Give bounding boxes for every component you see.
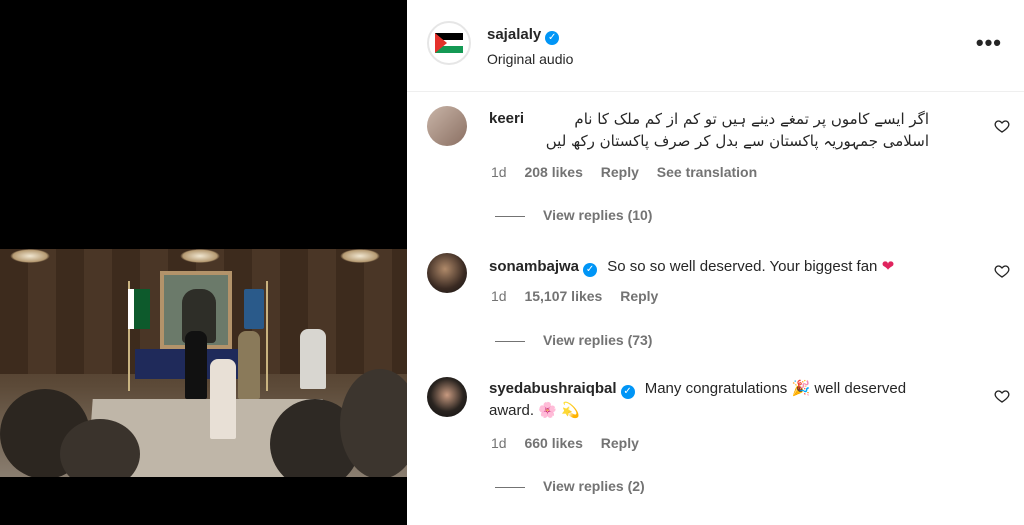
author-username[interactable]: sajalaly ✓ [487,26,560,45]
chandelier [340,249,380,263]
divider [495,486,525,488]
palestine-flag-icon [435,33,463,53]
view-replies-label[interactable]: View replies (73) [543,332,652,348]
comments-panel: sajalaly ✓ Original audio ••• keeri اگر ا… [407,0,1024,525]
commenter-username-text[interactable]: sonambajwa [489,258,579,275]
author-avatar[interactable] [427,21,471,65]
flag-pole [266,281,268,391]
verified-badge-icon: ✓ [545,31,560,45]
flower-sparkle-emoji-icon: 🌸 💫 [538,402,580,419]
commenter-avatar[interactable] [427,106,467,146]
commenter-username[interactable]: sonambajwa ✓ [489,258,598,277]
see-translation-link[interactable]: See translation [657,164,757,180]
person [238,331,260,399]
like-heart-icon[interactable] [994,118,1010,134]
like-count[interactable]: 208 likes [524,164,582,180]
video-player[interactable] [0,0,407,525]
comment-meta: 1d 660 likes Reply [491,435,653,451]
comment-text: اگر ایسے کاموں پر تمغے دینے ہیں تو کم از… [574,110,929,128]
commenter-username[interactable]: keeri [489,108,524,130]
comment-text: So so so well deserved. Your biggest fan [607,258,878,275]
view-replies-label[interactable]: View replies (10) [543,207,652,223]
comment-meta: 1d 15,107 likes Reply [491,288,672,304]
person [185,331,207,399]
reply-button[interactable]: Reply [601,435,639,451]
comment-body: sonambajwa ✓ So so so well deserved. Your… [489,256,969,278]
video-frame [0,249,407,477]
like-count[interactable]: 15,107 likes [524,288,602,304]
divider [495,340,525,342]
verified-badge-icon: ✓ [620,385,635,399]
view-replies-button[interactable]: View replies (2) [495,478,645,494]
commenter-username-text[interactable]: syedabushraiqbal [489,380,617,397]
like-count[interactable]: 660 likes [524,435,582,451]
emblem-flag [244,289,264,329]
person [210,359,236,439]
view-replies-button[interactable]: View replies (73) [495,332,652,348]
party-popper-emoji-icon: 🎉 [791,380,811,397]
audience [340,369,407,477]
comment-text: Many congratulations [644,380,788,397]
comment-meta: 1d 208 likes Reply See translation [491,164,771,180]
post-header: sajalaly ✓ Original audio ••• [407,0,1024,92]
chandelier [10,249,50,263]
comment-text: award. [489,402,535,419]
heart-emoji-icon: ❤ [881,258,895,275]
pakistan-flag [128,289,150,329]
author-username-text[interactable]: sajalaly [487,26,541,43]
comment-text: well deserved [814,380,907,397]
like-heart-icon[interactable] [994,388,1010,404]
chandelier [180,249,220,263]
comment-body: keeri اگر ایسے کاموں پر تمغے دینے ہیں تو… [489,108,969,152]
reply-button[interactable]: Reply [620,288,658,304]
comment-text: اسلامی جمہوریہ پاکستان سے بدل کر صرف پاک… [545,132,929,150]
commenter-avatar[interactable] [427,253,467,293]
audio-label[interactable]: Original audio [487,51,573,67]
reply-button[interactable]: Reply [601,164,639,180]
comment-age: 1d [491,435,507,451]
person [300,329,326,389]
more-options-icon[interactable]: ••• [976,32,1002,54]
commenter-avatar[interactable] [427,377,467,417]
view-replies-label[interactable]: View replies (2) [543,478,645,494]
commenter-username[interactable]: syedabushraiqbal ✓ [489,380,635,399]
comment-age: 1d [491,164,507,180]
view-replies-button[interactable]: View replies (10) [495,207,652,223]
divider [495,215,525,217]
verified-badge-icon: ✓ [583,263,598,277]
comment-age: 1d [491,288,507,304]
like-heart-icon[interactable] [994,263,1010,279]
comment-body: syedabushraiqbal ✓ Many congratulations 🎉… [489,378,969,422]
